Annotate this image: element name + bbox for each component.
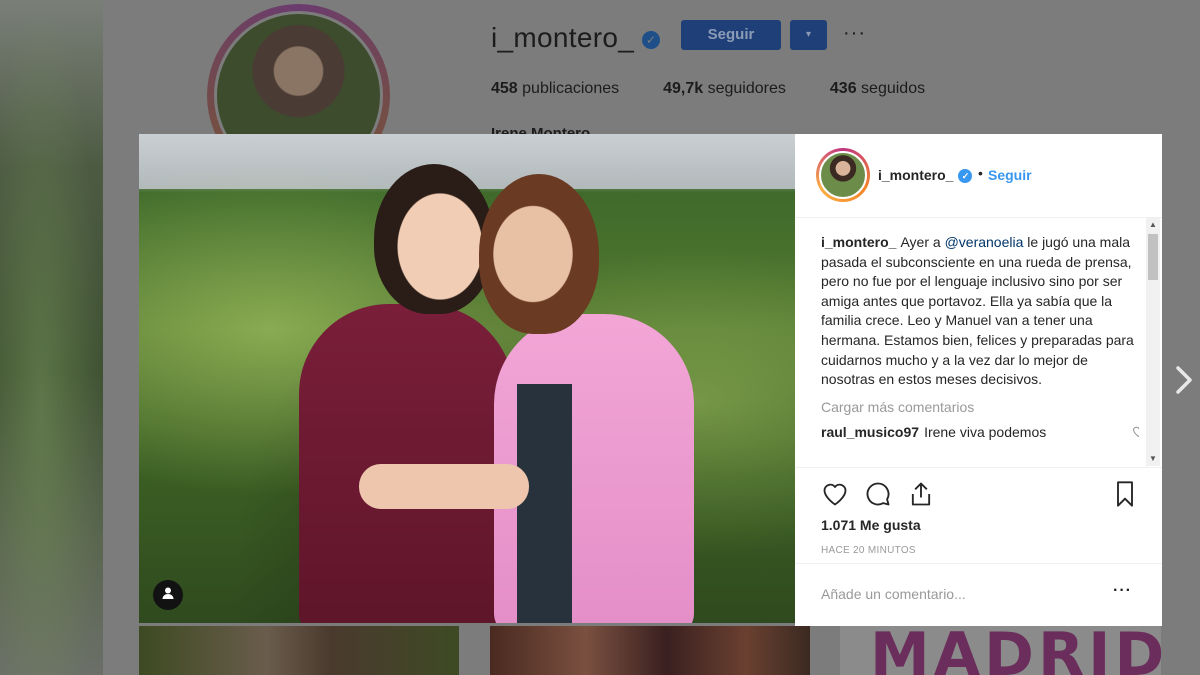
separator-dot: • — [978, 165, 983, 181]
posts-stat[interactable]: 458 publicaciones — [491, 80, 619, 98]
blurred-background — [0, 0, 103, 675]
following-stat[interactable]: 436 seguidos — [830, 80, 925, 98]
photo-person-right-head — [479, 174, 599, 334]
share-icon[interactable] — [907, 480, 935, 508]
followers-count: 49,7k — [663, 80, 704, 97]
likes-count[interactable]: 1.071 Me gusta — [821, 517, 921, 533]
bookmark-icon[interactable] — [1111, 480, 1139, 508]
scroll-down-icon[interactable]: ▼ — [1146, 452, 1160, 466]
posts-label: publicaciones — [522, 80, 620, 97]
photo-person-left-head — [374, 164, 494, 314]
comments-section[interactable]: i_montero_ Ayer a @veranoelia le jugó una… — [821, 220, 1139, 467]
comment-item: raul_musico97 Irene viva podemos — [821, 424, 1139, 440]
post-side-panel: i_montero_ ✓ • Seguir i_montero_ Ayer a @v… — [795, 134, 1162, 626]
scroll-up-icon[interactable]: ▲ — [1146, 218, 1160, 232]
comment-username[interactable]: raul_musico97 — [821, 424, 919, 440]
comment-text: Irene viva podemos — [924, 423, 1047, 440]
chevron-right-icon[interactable] — [1170, 360, 1198, 400]
comment-icon[interactable] — [864, 480, 892, 508]
grid-thumbnail[interactable] — [139, 626, 459, 675]
post-username-text: i_montero_ — [878, 167, 954, 183]
followers-stat[interactable]: 49,7k seguidores — [663, 80, 786, 98]
caption-text-before: Ayer a — [900, 234, 945, 250]
comment-like-icon[interactable] — [1132, 424, 1139, 440]
load-more-comments[interactable]: Cargar más comentarios — [821, 399, 1139, 415]
user-tag-icon[interactable] — [153, 580, 183, 610]
caption-text-after: le jugó una mala pasada el subconsciente… — [821, 234, 1134, 388]
post-header: i_montero_ ✓ • Seguir — [795, 134, 1162, 218]
post-avatar[interactable] — [819, 151, 867, 199]
heart-icon[interactable] — [821, 480, 849, 508]
profile-stats: 458 publicaciones 49,7k seguidores 436 s… — [491, 80, 925, 98]
add-comment-input[interactable] — [821, 586, 1081, 602]
post-username[interactable]: i_montero_ ✓ — [878, 167, 973, 184]
profile-username: i_montero_ ✓ — [491, 22, 661, 54]
thumbnail-text: MADRID — [870, 626, 1161, 675]
posts-count: 458 — [491, 80, 518, 97]
post-photo[interactable] — [139, 134, 795, 623]
grid-thumbnail[interactable] — [490, 626, 810, 675]
comments-scrollbar[interactable]: ▲ ▼ — [1146, 218, 1160, 466]
more-options-icon[interactable]: ··· — [1113, 582, 1132, 600]
verified-icon: ✓ — [958, 169, 973, 184]
profile-username-text: i_montero_ — [491, 22, 635, 53]
photo-hands — [359, 464, 529, 509]
follow-button[interactable]: Seguir — [681, 20, 781, 50]
add-comment-bar: ··· — [795, 563, 1162, 626]
following-count: 436 — [829, 80, 857, 97]
post-follow-link[interactable]: Seguir — [988, 167, 1032, 183]
verified-icon: ✓ — [642, 30, 661, 49]
scrollbar-thumb[interactable] — [1148, 234, 1158, 280]
grid-thumbnail[interactable]: MADRID — [840, 626, 1161, 675]
post-caption: i_montero_ Ayer a @veranoelia le jugó una… — [821, 233, 1139, 390]
following-label: seguidos — [861, 80, 926, 97]
caption-mention[interactable]: @veranoelia — [945, 234, 1024, 250]
more-options-icon[interactable]: ··· — [843, 22, 866, 45]
photo-person-right-top — [517, 384, 572, 623]
caption-username[interactable]: i_montero_ — [821, 234, 896, 250]
followers-label: seguidores — [707, 80, 786, 97]
chevron-down-icon[interactable]: ▾ — [790, 20, 827, 50]
post-timestamp: HACE 20 MINUTOS — [821, 545, 916, 556]
